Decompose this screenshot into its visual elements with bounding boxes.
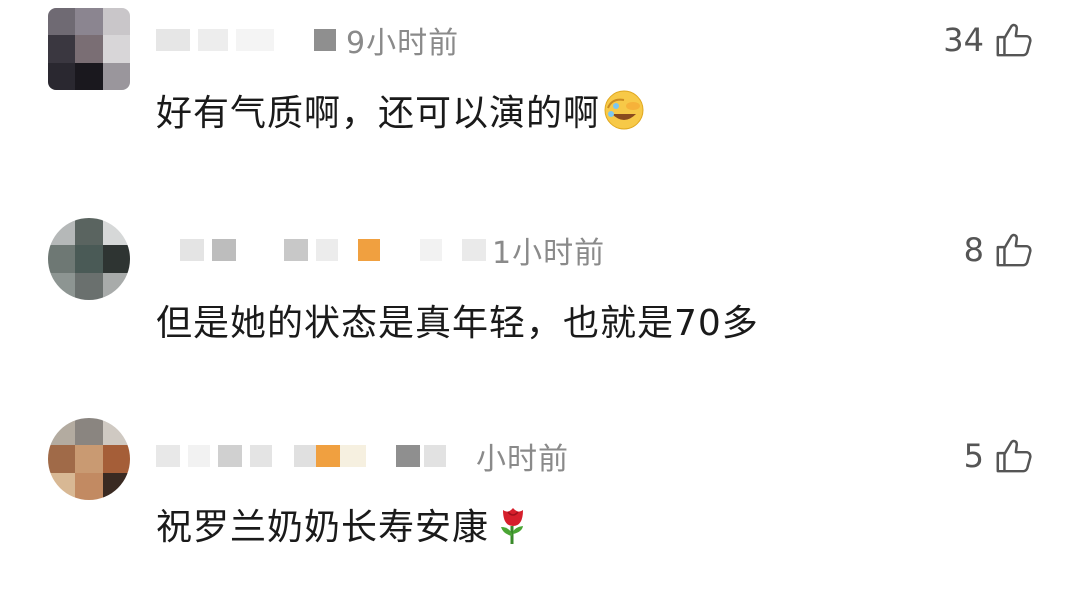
blurred-username[interactable] xyxy=(212,239,236,261)
like-count: 34 xyxy=(943,21,984,59)
comment-text-body: 但是她的状态是真年轻，也就是70多 xyxy=(156,303,759,344)
comment-text-body: 好有气质啊，还可以演的啊 xyxy=(156,93,601,134)
comment-item: 9小时前 34 好有气质啊，还可以演的啊 xyxy=(0,0,1080,190)
like-count: 5 xyxy=(963,437,984,475)
avatar[interactable] xyxy=(48,218,130,300)
like-button[interactable]: 5 xyxy=(964,434,1032,478)
blurred-username[interactable] xyxy=(420,239,442,261)
user-badge xyxy=(316,445,340,467)
comment-meta: 9小时前 xyxy=(156,20,460,61)
facepalm-laugh-emoji xyxy=(604,90,644,130)
comment-item: 1小时前 8 但是她的状态是真年轻，也就是70多 xyxy=(0,210,1080,400)
comment-text: 祝罗兰奶奶长寿安康 xyxy=(156,498,535,550)
thumbs-up-icon xyxy=(996,23,1032,57)
blurred-username[interactable] xyxy=(424,445,446,467)
blurred-username[interactable] xyxy=(156,445,180,467)
blurred-username[interactable] xyxy=(188,445,210,467)
blurred-username[interactable] xyxy=(294,445,316,467)
comment-time: 1小时前 xyxy=(492,236,606,271)
comment-time: 小时前 xyxy=(476,442,569,477)
comment-time: 9小时前 xyxy=(346,26,460,61)
comment-item: 小时前 5 祝罗兰奶奶长寿安康 xyxy=(0,404,1080,594)
comment-meta: 小时前 xyxy=(156,436,569,477)
blurred-username[interactable] xyxy=(156,29,190,51)
blurred-username[interactable] xyxy=(180,239,204,261)
blurred-username[interactable] xyxy=(340,445,366,467)
blurred-username[interactable] xyxy=(316,239,338,261)
like-count: 8 xyxy=(963,231,984,269)
blurred-username[interactable] xyxy=(396,445,420,467)
user-badge xyxy=(358,239,380,261)
comment-text-body: 祝罗兰奶奶长寿安康 xyxy=(156,507,490,548)
blurred-username[interactable] xyxy=(462,239,486,261)
rose-emoji xyxy=(501,508,524,544)
avatar[interactable] xyxy=(48,8,130,90)
blurred-username[interactable] xyxy=(236,29,274,51)
thumbs-up-icon xyxy=(996,233,1032,267)
blurred-username[interactable] xyxy=(314,29,336,51)
thumbs-up-icon xyxy=(996,439,1032,473)
blurred-username[interactable] xyxy=(284,239,308,261)
blurred-username[interactable] xyxy=(218,445,242,467)
like-button[interactable]: 34 xyxy=(943,18,1032,62)
like-button[interactable]: 8 xyxy=(964,228,1032,272)
blurred-username[interactable] xyxy=(198,29,228,51)
comment-meta: 1小时前 xyxy=(156,230,606,271)
avatar[interactable] xyxy=(48,418,130,500)
comment-text: 好有气质啊，还可以演的啊 xyxy=(156,84,646,136)
blurred-username[interactable] xyxy=(250,445,272,467)
comment-text: 但是她的状态是真年轻，也就是70多 xyxy=(156,294,759,346)
